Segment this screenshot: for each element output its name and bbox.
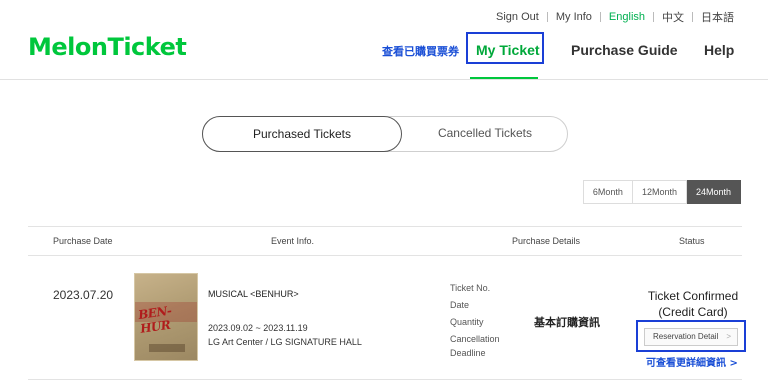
header-purchase-details: Purchase Details (512, 236, 581, 246)
status-confirmed: Ticket Confirmed (647, 289, 739, 303)
chevron-right-icon: > (726, 332, 731, 341)
table-header: Purchase Date Event Info. Purchase Detai… (28, 226, 742, 256)
tab-purchased-tickets[interactable]: Purchased Tickets (202, 116, 402, 152)
period-24month-button[interactable]: 24Month (686, 180, 741, 204)
period-selector: 6Month 12Month 24Month (582, 180, 741, 204)
purchase-detail-labels: Ticket No. Date Quantity Cancellation De… (450, 280, 500, 359)
status-text: Ticket Confirmed (Credit Card) (638, 288, 748, 320)
divider (546, 12, 548, 22)
nav-purchase-guide[interactable]: Purchase Guide (571, 36, 678, 68)
lang-chinese-link[interactable]: 中文 (662, 9, 684, 25)
ticket-tabs: Purchased Tickets Cancelled Tickets (202, 116, 568, 152)
nav-my-ticket[interactable]: My Ticket (466, 32, 544, 68)
label-quantity: Quantity (450, 317, 484, 327)
annotation-more-details: 可查看更詳細資訊 > (646, 358, 738, 369)
nav-my-ticket-label: My Ticket (476, 42, 540, 58)
lang-japanese-link[interactable]: 日本語 (701, 9, 734, 25)
event-title[interactable]: MUSICAL <BENHUR> (208, 289, 299, 299)
header-event-info: Event Info. (271, 236, 315, 246)
label-deadline: Deadline (450, 348, 486, 358)
event-dates: 2023.09.02 ~ 2023.11.19 (208, 323, 308, 333)
event-venue: LG Art Center / LG SIGNATURE HALL (208, 337, 362, 347)
event-poster-image[interactable]: BEN-HUR (134, 273, 198, 361)
my-info-link[interactable]: My Info (556, 11, 592, 23)
lang-english-link[interactable]: English (609, 11, 645, 23)
divider (692, 12, 693, 22)
nav-help[interactable]: Help (704, 36, 734, 68)
annotation-basic-info: 基本訂購資訊 (534, 316, 600, 329)
purchase-date: 2023.07.20 (53, 288, 114, 302)
label-ticket-no: Ticket No. (450, 283, 491, 293)
label-date: Date (450, 300, 470, 310)
poster-footer (149, 344, 185, 352)
sign-out-link[interactable]: Sign Out (496, 11, 539, 23)
table-row: 2023.07.20 BEN-HUR MUSICAL <BENHUR> 2023… (28, 256, 746, 380)
header-divider (0, 79, 768, 80)
header-purchase-date: Purchase Date (53, 236, 113, 246)
reservation-detail-label: Reservation Detail (653, 332, 719, 341)
status-payment-method: (Credit Card) (658, 305, 728, 319)
period-12month-button[interactable]: 12Month (632, 180, 687, 204)
divider (653, 12, 654, 22)
utility-nav: Sign Out My Info English 中文 日本語 (496, 9, 734, 25)
tab-cancelled-tickets[interactable]: Cancelled Tickets (402, 116, 568, 152)
melon-ticket-logo[interactable]: MelonTicket (28, 33, 187, 61)
reservation-detail-button[interactable]: Reservation Detail > (644, 328, 738, 346)
period-6month-button[interactable]: 6Month (582, 180, 633, 204)
annotation-view-purchased: 查看已購買票券 (382, 45, 459, 58)
header-status: Status (679, 236, 705, 246)
label-cancellation: Cancellation (450, 334, 500, 344)
divider (599, 12, 601, 22)
